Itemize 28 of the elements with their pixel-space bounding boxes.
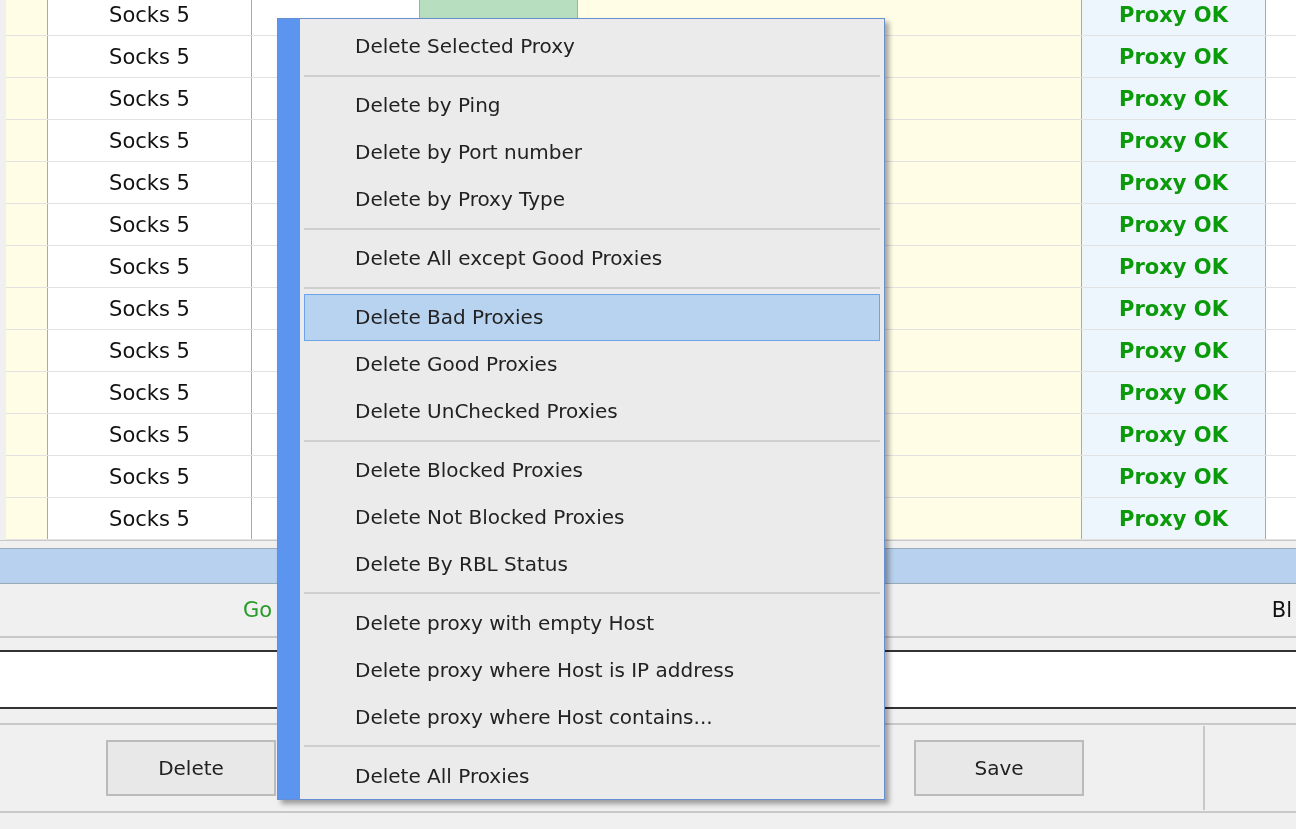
table-cell: Socks 5 xyxy=(48,456,252,497)
table-cell: Socks 5 xyxy=(48,498,252,539)
table-cell: Socks 5 xyxy=(48,204,252,245)
table-cell: Proxy OK xyxy=(1082,414,1266,455)
good-count-label: Go xyxy=(243,598,273,622)
table-cell: Proxy OK xyxy=(1082,0,1266,35)
table-cell: Proxy OK xyxy=(1082,372,1266,413)
table-cell: Socks 5 xyxy=(48,162,252,203)
table-cell: Proxy OK xyxy=(1082,162,1266,203)
table-cell: Socks 5 xyxy=(48,372,252,413)
table-cell: Proxy OK xyxy=(1082,246,1266,287)
blocked-count-label: Bl xyxy=(1271,598,1292,622)
table-cell: Socks 5 xyxy=(48,288,252,329)
table-cell: Socks 5 xyxy=(48,78,252,119)
table-cell: Proxy OK xyxy=(1082,330,1266,371)
table-cell: Proxy OK xyxy=(1082,36,1266,77)
table-cell: Proxy OK xyxy=(1082,204,1266,245)
table-cell: Proxy OK xyxy=(1082,78,1266,119)
table-cell: Socks 5 xyxy=(48,0,252,35)
table-cell: Proxy OK xyxy=(1082,456,1266,497)
table-cell: Socks 5 xyxy=(48,246,252,287)
table-cell: Proxy OK xyxy=(1082,288,1266,329)
table-cell: Socks 5 xyxy=(48,414,252,455)
table-cell: Socks 5 xyxy=(48,120,252,161)
table-cell: Proxy OK xyxy=(1082,498,1266,539)
table-cell: Socks 5 xyxy=(48,36,252,77)
table-cell: Proxy OK xyxy=(1082,120,1266,161)
table-cell: Socks 5 xyxy=(48,330,252,371)
